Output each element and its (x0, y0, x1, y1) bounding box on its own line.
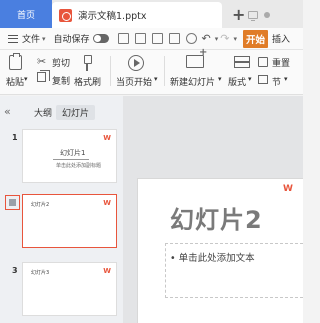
menu-bar: 文件 ▾ 自动保存 ↶ ▾ ↷ ▾ 开始 插入 (0, 28, 303, 50)
collapse-panel-icon[interactable]: « (4, 105, 11, 118)
new-slide-dropdown-icon[interactable]: ▾ (218, 75, 222, 83)
tab-slides[interactable]: 幻灯片 (56, 105, 96, 120)
ribbon-divider (110, 56, 111, 86)
reset-button[interactable]: 重置 (272, 56, 290, 69)
status-dot-icon (264, 12, 270, 18)
presentation-file-icon (59, 8, 72, 22)
thumbnail-divider (53, 159, 89, 160)
document-tab[interactable]: 演示文稿1.pptx (52, 2, 270, 28)
redo-icon[interactable]: ↷ (220, 32, 229, 45)
document-tab-label: 演示文稿1.pptx (78, 11, 147, 22)
undo-dropdown-icon[interactable]: ▾ (215, 35, 219, 43)
slide-thumbnail-2[interactable]: W 幻灯片2 (22, 194, 117, 248)
paste-icon[interactable] (9, 53, 22, 70)
layout-icon[interactable] (234, 56, 250, 68)
brand-logo-icon: W (103, 134, 111, 142)
new-slide-button[interactable]: 新建幻灯片 (170, 75, 215, 88)
slide-number: 1 (12, 133, 18, 142)
slide-thumbnail-title: 幻灯片2 (31, 202, 50, 208)
copy-button[interactable]: 复制 (52, 74, 70, 87)
slide-thumbnail-3[interactable]: W 幻灯片3 (22, 262, 117, 316)
slide-title[interactable]: 幻灯片2 (170, 200, 263, 235)
layout-dropdown-icon[interactable]: ▾ (248, 75, 252, 83)
save-icon[interactable] (134, 33, 146, 44)
section-icon[interactable] (258, 75, 268, 84)
preview-icon[interactable] (185, 33, 197, 44)
cut-button[interactable]: 剪切 (52, 56, 70, 69)
section-dropdown-icon[interactable]: ▾ (284, 75, 288, 83)
format-painter-button[interactable]: 格式刷 (74, 75, 101, 88)
new-slide-icon[interactable] (186, 47, 207, 68)
tab-outline[interactable]: 大纲 (28, 105, 58, 120)
autosave-label: 自动保存 (53, 35, 90, 45)
print-icon[interactable] (168, 33, 180, 44)
redo-dropdown-icon[interactable]: ▾ (234, 35, 238, 43)
format-painter-icon[interactable] (82, 55, 92, 71)
scissors-icon[interactable]: ✂ (37, 55, 46, 68)
copy-icon[interactable] (37, 70, 50, 82)
layout-button[interactable]: 版式 (228, 75, 246, 88)
cloud-save-icon[interactable] (117, 33, 129, 44)
brand-logo-icon: W (103, 267, 111, 275)
hamburger-icon (8, 34, 18, 43)
play-icon[interactable] (128, 55, 144, 71)
export-pdf-icon[interactable] (151, 33, 163, 44)
autosave-toggle[interactable] (92, 34, 109, 43)
file-menu-label: 文件 (22, 35, 41, 45)
slide-thumbnail-1[interactable]: W 幻灯片1 单击此处添加副标题 (22, 129, 117, 183)
slide-thumbnail-action-icon[interactable] (5, 195, 20, 210)
brand-logo-icon: W (283, 184, 293, 194)
slide-thumbnail-subtitle: 单击此处添加副标题 (56, 163, 102, 169)
slide-thumbnail-title: 幻灯片3 (31, 270, 50, 276)
from-current-dropdown-icon[interactable]: ▾ (154, 75, 158, 83)
monitor-icon[interactable] (248, 11, 258, 21)
chevron-down-icon: ▾ (42, 34, 46, 43)
tab-insert[interactable]: 插入 (272, 32, 290, 45)
home-tab[interactable]: 首页 (0, 0, 52, 28)
body-placeholder-label: 单击此处添加文本 (178, 253, 255, 264)
undo-icon[interactable]: ↶ (202, 32, 211, 45)
tab-start[interactable]: 开始 (243, 29, 269, 48)
brand-logo-icon: W (103, 199, 111, 207)
reset-icon[interactable] (258, 57, 268, 67)
section-button[interactable]: 节 (272, 75, 281, 88)
paste-button-label[interactable]: 粘贴 (6, 75, 24, 88)
ribbon-divider (164, 56, 165, 86)
new-tab-button[interactable]: + (232, 5, 245, 24)
slide-number: 3 (12, 266, 18, 275)
autosave-control[interactable]: 自动保存 (54, 28, 115, 50)
file-menu[interactable]: 文件 ▾ (0, 28, 46, 50)
tab-bar: 首页 演示文稿1.pptx + (0, 0, 303, 28)
from-current-slide-button[interactable]: 当页开始 (116, 75, 152, 88)
body-placeholder-text[interactable]: • 单击此处添加文本 (170, 250, 255, 264)
slide-thumbnail-title: 幻灯片1 (60, 149, 86, 157)
paste-dropdown-icon[interactable]: ▾ (24, 75, 28, 83)
